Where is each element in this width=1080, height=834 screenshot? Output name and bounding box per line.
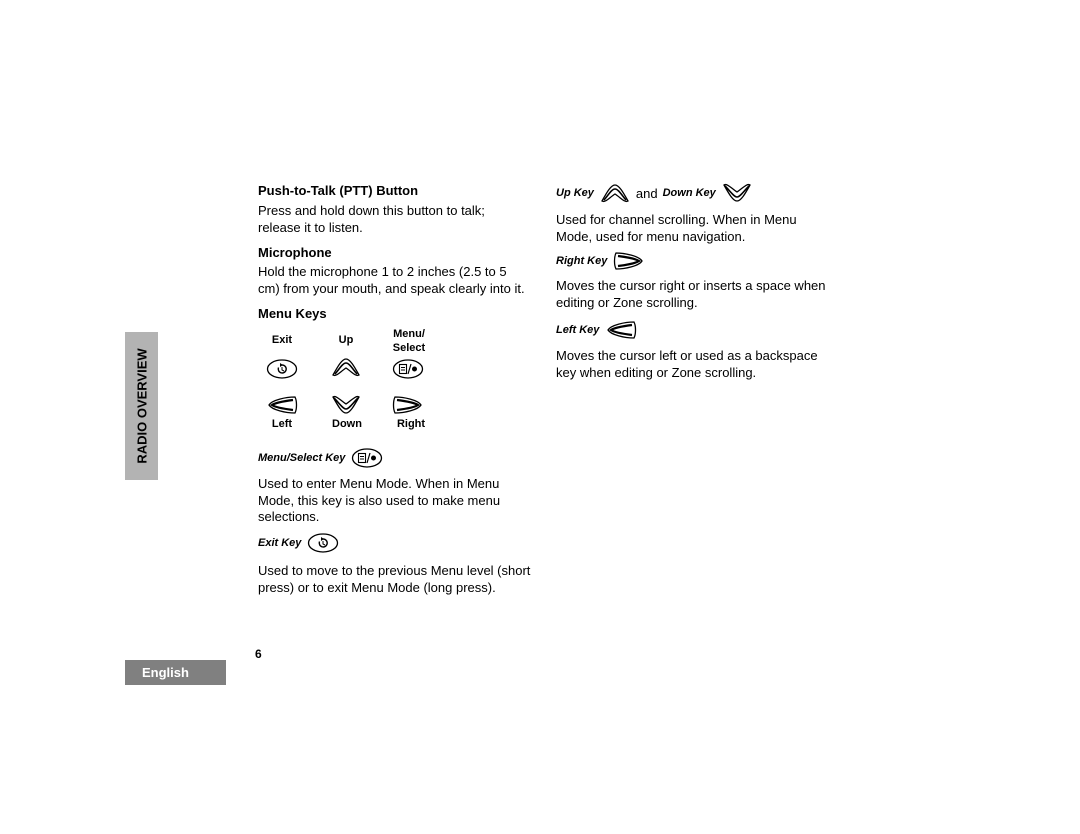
text-line: Press and hold down this button to talk; [258, 203, 485, 218]
text-line: Used for channel scrolling. When in Menu [556, 212, 797, 227]
microphone-description: Hold the microphone 1 to 2 inches (2.5 t… [258, 264, 525, 297]
down-key-icon [332, 395, 360, 414]
right-key-icon [613, 251, 644, 271]
up-key-heading: Up Key [556, 187, 594, 199]
menu-select-key-heading-row: Menu/Select Key [258, 447, 383, 469]
exit-key-icon [266, 359, 298, 379]
exit-key-description: Used to move to the previous Menu level … [258, 563, 530, 596]
right-key-description: Moves the cursor right or inserts a spac… [556, 278, 826, 311]
text-line: cm) from your mouth, and speak clearly i… [258, 280, 525, 296]
right-key-heading-row: Right Key [556, 250, 645, 272]
label-line: Menu/ [393, 328, 425, 340]
menu-select-key-heading: Menu/Select Key [258, 452, 346, 464]
right-key-heading: Right Key [556, 255, 608, 267]
ptt-heading: Push-to-Talk (PTT) Button [258, 183, 419, 198]
left-key-icon [267, 395, 298, 415]
exit-key-heading: Exit Key [258, 537, 302, 549]
text-line: Mode, used for menu navigation. [556, 228, 746, 244]
menu-keys-heading: Menu Keys [258, 306, 327, 321]
left-label: Left [271, 418, 293, 430]
text-line: Mode, this key is also used to make menu [258, 492, 501, 508]
right-key-icon [392, 395, 423, 415]
text-line: Used to enter Menu Mode. When in Menu [258, 476, 500, 491]
microphone-heading: Microphone [258, 245, 332, 260]
down-key-heading: Down Key [662, 187, 716, 199]
page-number: 6 [255, 647, 262, 661]
down-label: Down [332, 418, 362, 430]
up-key-icon [332, 358, 360, 377]
text-line: release it to listen. [258, 219, 363, 235]
menu-select-key-icon [352, 448, 383, 468]
text-line: editing or Zone scrolling. [556, 294, 698, 310]
text-line: selections. [258, 509, 320, 524]
language-tab: English [125, 660, 226, 685]
exit-key-heading-row: Exit Key [258, 532, 339, 554]
menu-select-label: Menu/ Select [382, 327, 436, 355]
left-key-heading-row: Left Key [556, 319, 638, 341]
right-label: Right [396, 418, 426, 430]
up-down-key-description: Used for channel scrolling. When in Menu… [556, 212, 797, 245]
up-label: Up [338, 334, 354, 346]
menu-select-key-icon [392, 359, 424, 379]
left-key-icon [607, 320, 638, 340]
label-line: Select [392, 342, 426, 354]
menu-select-key-description: Used to enter Menu Mode. When in Menu Mo… [258, 476, 500, 526]
text-line: key when editing or Zone scrolling. [556, 364, 757, 380]
exit-key-icon [308, 533, 339, 553]
text-line: Hold the microphone 1 to 2 inches (2.5 t… [258, 264, 507, 279]
left-key-heading: Left Key [556, 324, 600, 336]
ptt-description: Press and hold down this button to talk;… [258, 203, 485, 236]
text-line: Moves the cursor right or inserts a spac… [556, 278, 826, 293]
down-key-icon [722, 183, 751, 202]
section-tab-radio-overview: RADIO OVERVIEW [125, 332, 158, 480]
text-line: press) or to exit Menu Mode (long press)… [258, 579, 496, 595]
section-tab-label: RADIO OVERVIEW [134, 348, 149, 464]
exit-label: Exit [271, 334, 293, 346]
text-line: Used to move to the previous Menu level … [258, 563, 531, 578]
up-down-key-heading-row: Up Key and Down Key [556, 182, 753, 204]
up-key-icon [601, 184, 629, 203]
connector-text: and [635, 185, 658, 201]
left-key-description: Moves the cursor left or used as a backs… [556, 348, 818, 381]
text-line: Moves the cursor left or used as a backs… [556, 348, 818, 363]
